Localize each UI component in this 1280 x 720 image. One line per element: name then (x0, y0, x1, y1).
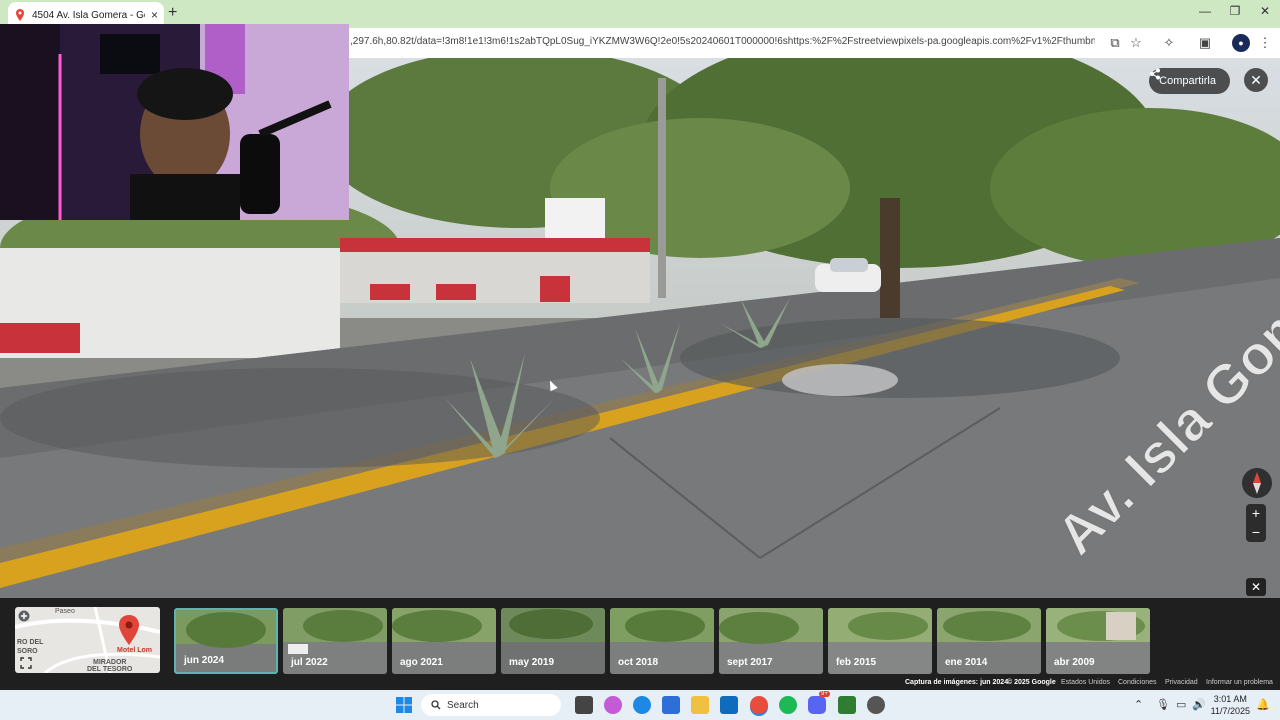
close-streetview-button[interactable]: ✕ (1244, 68, 1268, 92)
screen: 4504 Av. Isla Gomera - Google × + — ❐ ✕ … (0, 0, 1280, 720)
notifications-icon[interactable]: 🔔 (1256, 698, 1270, 711)
extensions-icon[interactable]: ✧ (1160, 34, 1178, 52)
timeline-thumb[interactable]: abr 2009 (1046, 608, 1150, 674)
share-label: Compartirla (1159, 75, 1216, 87)
edge-icon[interactable] (633, 696, 651, 714)
timeline-thumb[interactable]: ene 2014 (937, 608, 1041, 674)
location-pin-icon (119, 615, 139, 645)
timeline-thumb[interactable]: ago 2021 (392, 608, 496, 674)
share-icon (1150, 68, 1161, 80)
close-tab-icon[interactable]: × (151, 8, 158, 22)
report-link[interactable]: Informar un problema (1206, 679, 1273, 686)
expand-map-icon[interactable] (18, 610, 30, 622)
install-app-icon[interactable]: ⧉ (1106, 34, 1124, 52)
timeline-thumb[interactable]: jul 2022 (283, 608, 387, 674)
webcam-overlay (0, 24, 349, 220)
timeline-thumb[interactable]: oct 2018 (610, 608, 714, 674)
maps-pin-icon (16, 9, 24, 21)
menu-kebab-icon[interactable]: ⋮ (1256, 34, 1274, 52)
minimap-label: MIRADOR (93, 659, 127, 666)
timeline-date: ago 2021 (400, 657, 443, 668)
timeline-thumb[interactable]: feb 2015 (828, 608, 932, 674)
copyright: © 2025 Google (1007, 679, 1056, 686)
new-tab-button[interactable]: + (168, 4, 177, 22)
map-footer: Captura de imágenes: jun 2024 © 2025 Goo… (0, 679, 1280, 689)
clock-time: 3:01 AM (1213, 694, 1247, 704)
imagery-timeline: RO DEL SORO MIRADOR DEL TESORO Motel Lom… (0, 598, 1280, 690)
volume-icon[interactable]: 🔊 (1192, 698, 1206, 711)
taskbar-search[interactable]: Search (421, 694, 561, 716)
timeline-thumb[interactable]: jun 2024 (174, 608, 278, 674)
compass-icon (1253, 472, 1261, 494)
webcam-feed (0, 24, 349, 220)
minimap-label: DEL TESORO (87, 666, 133, 673)
microphone-icon[interactable]: 🎙 (1156, 698, 1170, 711)
task-view-icon[interactable] (575, 696, 593, 714)
start-icon[interactable] (395, 696, 413, 714)
search-icon (431, 700, 441, 710)
discord-badge: 9+ (819, 691, 830, 697)
close-timeline-button[interactable]: ✕ (1246, 578, 1266, 596)
minimap-label: RO DEL (17, 639, 44, 646)
fullscreen-icon[interactable] (20, 657, 32, 669)
minimap-label: SORO (17, 648, 38, 655)
zoom-in-button[interactable]: + (1246, 504, 1266, 523)
timeline-date: oct 2018 (618, 657, 659, 668)
tray-chevron-icon[interactable]: ⌃ (1134, 698, 1143, 711)
spotify-icon[interactable] (779, 696, 797, 714)
store-icon[interactable] (662, 696, 680, 714)
compass-button[interactable] (1242, 468, 1272, 498)
bookmark-star-icon[interactable]: ☆ (1127, 34, 1145, 52)
timeline-date: ene 2014 (945, 657, 988, 668)
timeline-date: may 2019 (509, 657, 555, 668)
excel-icon[interactable] (838, 696, 856, 714)
maximize-icon[interactable]: ❐ (1220, 4, 1250, 18)
minimap-label: Motel Lom (117, 647, 152, 654)
timeline-date: sept 2017 (727, 657, 773, 668)
tab-title: 4504 Av. Isla Gomera - Google (32, 9, 145, 21)
split-view-icon[interactable]: ▣ (1196, 34, 1214, 52)
privacy-link[interactable]: Privacidad (1165, 679, 1198, 686)
windows-taskbar: Search 9+ ⌃ 🎙 ▭ 🔊 3:01 AM 11/7/2025 🔔 (0, 690, 1280, 720)
timeline-date: abr 2009 (1054, 657, 1095, 668)
taskbar-clock[interactable]: 3:01 AM 11/7/2025 (1211, 693, 1250, 717)
zoom-control: + − (1246, 504, 1266, 542)
file-explorer-icon[interactable] (691, 696, 709, 714)
profile-avatar[interactable]: ● (1232, 34, 1250, 52)
discord-icon[interactable] (808, 696, 826, 714)
capture-date: Captura de imágenes: jun 2024 (905, 679, 1009, 686)
minimize-icon[interactable]: — (1190, 4, 1220, 18)
timeline-date: feb 2015 (836, 657, 877, 668)
zoom-out-button[interactable]: − (1246, 523, 1266, 542)
network-icon[interactable]: ▭ (1176, 698, 1186, 711)
timeline-thumb[interactable]: sept 2017 (719, 608, 823, 674)
clock-date: 11/7/2025 (1210, 706, 1250, 716)
url-field[interactable]: ,297.6h,80.82t/data=!3m8!1e1!3m6!1s2abTQ… (350, 36, 1095, 47)
minimap[interactable]: RO DEL SORO MIRADOR DEL TESORO Motel Lom… (15, 607, 160, 673)
timeline-thumb[interactable]: may 2019 (501, 608, 605, 674)
timeline-date: jul 2022 (291, 657, 328, 668)
country-link[interactable]: Estados Unidos (1061, 679, 1110, 686)
copilot-icon[interactable] (604, 696, 622, 714)
app-icon[interactable] (867, 696, 885, 714)
chrome-icon[interactable] (750, 696, 768, 714)
timeline-date: jun 2024 (184, 655, 225, 666)
search-label: Search (447, 699, 479, 711)
close-window-icon[interactable]: ✕ (1250, 4, 1280, 18)
share-button[interactable]: Compartirla (1149, 68, 1230, 94)
minimap-label: Paseo (55, 608, 75, 615)
outlook-icon[interactable] (720, 696, 738, 714)
terms-link[interactable]: Condiciones (1118, 679, 1157, 686)
